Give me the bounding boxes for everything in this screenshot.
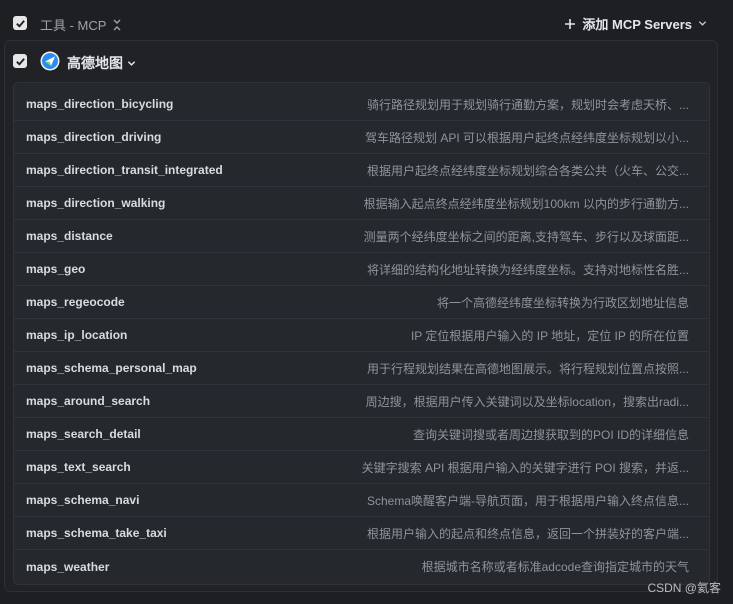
tool-row[interactable]: maps_direction_walking 根据输入起点终点经纬度坐标规划100… (14, 187, 709, 220)
tool-name: maps_direction_transit_integrated (26, 163, 223, 177)
tool-row[interactable]: maps_regeocode 将一个高德经纬度坐标转换为行政区划地址信息 (14, 286, 709, 319)
tool-row[interactable]: maps_geo 将详细的结构化地址转换为经纬度坐标。支持对地标性名胜... (14, 253, 709, 286)
check-icon (15, 57, 25, 66)
tool-name: maps_around_search (26, 394, 151, 408)
tool-description: 周边搜，根据用户传入关键词以及坐标location，搜索出radi... (365, 394, 689, 409)
tool-description: 查询关键词搜或者周边搜获取到的POI ID的详细信息 (412, 427, 689, 442)
tool-row[interactable]: maps_distance 测量两个经纬度坐标之间的距离,支持驾车、步行以及球面距… (14, 220, 709, 253)
tool-name: maps_schema_personal_map (26, 361, 197, 375)
tool-name: maps_text_search (26, 460, 131, 474)
chevron-down-icon (127, 60, 136, 66)
plus-icon (565, 18, 576, 29)
tool-description: Schema唤醒客户端-导航页面，用于根据用户输入终点信息... (366, 493, 689, 508)
tool-name: maps_distance (26, 229, 113, 243)
tool-name: maps_ip_location (26, 328, 128, 342)
tool-description: 将一个高德经纬度坐标转换为行政区划地址信息 (436, 295, 689, 310)
server-name-toggle[interactable]: 高德地图 (67, 53, 136, 73)
tool-row[interactable]: maps_direction_bicycling 骑行路径规划用于规划骑行通勤方案… (14, 83, 709, 121)
tool-row[interactable]: maps_schema_personal_map 用于行程规划结果在高德地图展示。… (14, 352, 709, 385)
tool-row[interactable]: maps_direction_driving 驾车路径规划 API 可以根据用户起… (14, 121, 709, 154)
tool-name: maps_schema_navi (26, 493, 140, 507)
tool-name: maps_search_detail (26, 427, 141, 441)
add-mcp-servers-label: 添加 MCP Servers (582, 17, 692, 32)
tool-row[interactable]: maps_schema_take_taxi 根据用户输入的起点和终点信息，返回一个… (14, 517, 709, 550)
tool-description: 用于行程规划结果在高德地图展示。将行程规划位置点按照... (366, 361, 689, 376)
tool-row[interactable]: maps_search_detail 查询关键词搜或者周边搜获取到的POI ID的… (14, 418, 709, 451)
tool-description: 根据用户输入的起点和终点信息，返回一个拼装好的客户端... (366, 526, 689, 541)
tool-row[interactable]: maps_around_search 周边搜，根据用户传入关键词以及坐标locat… (14, 385, 709, 418)
tool-list: maps_direction_bicycling 骑行路径规划用于规划骑行通勤方案… (13, 82, 710, 585)
server-enable-checkbox[interactable] (13, 54, 27, 68)
check-icon (15, 19, 25, 28)
add-mcp-servers-button[interactable]: 添加 MCP Servers (564, 14, 707, 33)
tool-description: 驾车路径规划 API 可以根据用户起终点经纬度坐标规划以小... (364, 130, 689, 145)
tool-name: maps_direction_bicycling (26, 97, 174, 111)
collapse-icon[interactable] (112, 19, 122, 31)
server-header: 高德地图 (5, 41, 717, 81)
tool-description: 关键字搜索 API 根据用户输入的关键字进行 POI 搜索，并返... (361, 460, 689, 475)
tool-name: maps_weather (26, 559, 110, 574)
tool-description: IP 定位根据用户输入的 IP 地址，定位 IP 的所在位置 (410, 328, 689, 343)
watermark: CSDN @氦客 (647, 581, 721, 595)
tool-description: 根据城市名称或者标准adcode查询指定城市的天气 (421, 560, 689, 574)
tool-name: maps_geo (26, 262, 86, 276)
tool-row[interactable]: maps_schema_navi Schema唤醒客户端-导航页面，用于根据用户输… (14, 484, 709, 517)
server-name: 高德地图 (67, 55, 123, 71)
tool-name: maps_direction_driving (26, 130, 162, 144)
tool-row[interactable]: maps_weather 根据城市名称或者标准adcode查询指定城市的天气 (14, 550, 709, 583)
mcp-server-panel: 高德地图 maps_direction_bicycling 骑行路径规划用于规划骑… (4, 40, 718, 592)
amap-logo-icon (40, 51, 60, 71)
tools-title: 工具 - MCP (40, 15, 122, 34)
tool-description: 将详细的结构化地址转换为经纬度坐标。支持对地标性名胜... (366, 262, 689, 277)
tool-row[interactable]: maps_direction_transit_integrated 根据用户起终点… (14, 154, 709, 187)
tool-name: maps_schema_take_taxi (26, 526, 167, 540)
tools-enable-checkbox[interactable] (13, 16, 27, 30)
tool-description: 测量两个经纬度坐标之间的距离,支持驾车、步行以及球面距... (363, 229, 689, 244)
tools-title-label: 工具 - MCP (40, 18, 107, 33)
tools-header: 工具 - MCP 添加 MCP Servers (0, 0, 733, 44)
tool-description: 根据输入起点终点经纬度坐标规划100km 以内的步行通勤方... (363, 196, 689, 211)
tool-description: 骑行路径规划用于规划骑行通勤方案，规划时会考虑天桥、... (366, 97, 689, 112)
tool-description: 根据用户起终点经纬度坐标规划综合各类公共（火车、公交... (366, 163, 689, 178)
chevron-down-icon (698, 21, 707, 26)
tool-name: maps_direction_walking (26, 196, 166, 210)
tool-row[interactable]: maps_text_search 关键字搜索 API 根据用户输入的关键字进行 P… (14, 451, 709, 484)
tool-name: maps_regeocode (26, 295, 125, 309)
tool-row[interactable]: maps_ip_location IP 定位根据用户输入的 IP 地址，定位 IP… (14, 319, 709, 352)
